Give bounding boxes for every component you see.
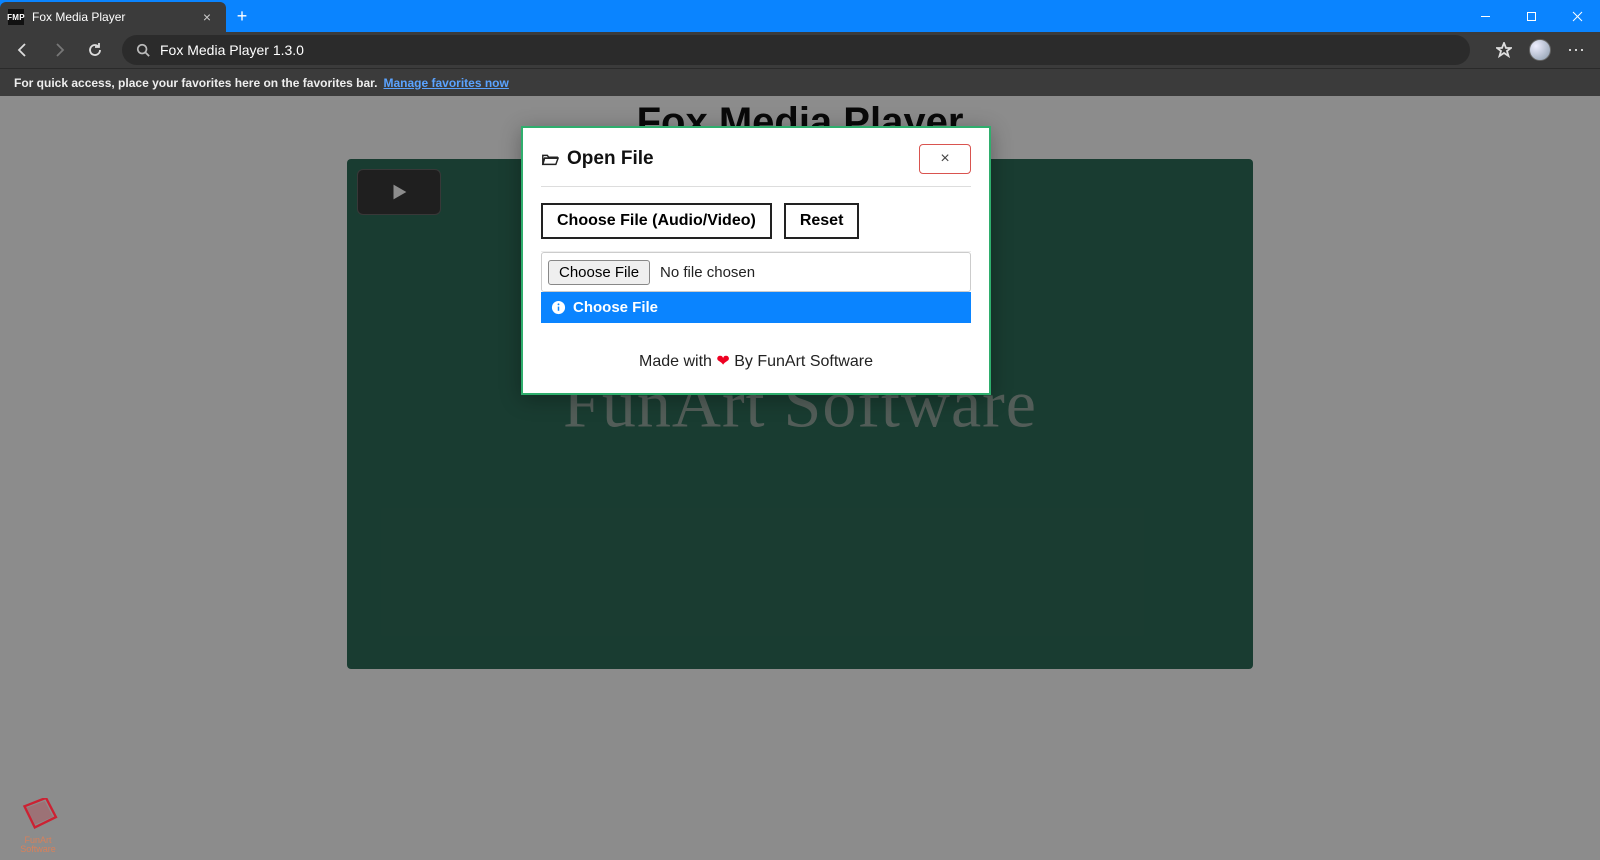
choose-file-banner[interactable]: Choose File (541, 292, 971, 323)
nav-reload-button[interactable] (80, 35, 110, 65)
corner-logo-icon (16, 798, 60, 836)
corner-logo: FunArtSoftware (8, 798, 68, 854)
address-bar: Fox Media Player 1.3.0 ⋯ (0, 32, 1600, 68)
omnibox-text: Fox Media Player 1.3.0 (160, 42, 304, 58)
page-viewport: Fox Media Player FunArt Software Open Fi… (0, 96, 1600, 860)
info-icon (551, 300, 566, 315)
folder-open-icon (541, 150, 559, 168)
favorites-star-icon[interactable] (1488, 35, 1520, 65)
window-minimize-button[interactable] (1462, 0, 1508, 32)
new-tab-button[interactable]: + (226, 0, 258, 32)
open-file-modal: Open File × Choose File (Audio/Video) Re… (521, 126, 991, 395)
credit-prefix: Made with (639, 353, 716, 370)
modal-close-button[interactable]: × (919, 144, 971, 174)
nav-back-button[interactable] (8, 35, 38, 65)
omnibox[interactable]: Fox Media Player 1.3.0 (122, 35, 1470, 65)
window-close-button[interactable] (1554, 0, 1600, 32)
modal-action-row: Choose File (Audio/Video) Reset (541, 187, 971, 252)
modal-header: Open File × (541, 140, 971, 187)
tab-favicon: FMP (8, 9, 24, 25)
window-maximize-button[interactable] (1508, 0, 1554, 32)
heart-icon: ❤ (716, 353, 729, 370)
file-input-row: Choose File No file chosen (541, 252, 971, 292)
choose-file-banner-text: Choose File (573, 299, 658, 316)
browser-tab[interactable]: FMP Fox Media Player × (0, 2, 226, 32)
credit-suffix: By FunArt Software (730, 353, 873, 370)
tab-close-icon[interactable]: × (198, 9, 216, 25)
browser-menu-icon[interactable]: ⋯ (1560, 35, 1592, 65)
modal-credit: Made with ❤ By FunArt Software (541, 351, 971, 371)
nav-forward-button[interactable] (44, 35, 74, 65)
window-controls (1462, 0, 1600, 32)
profile-button[interactable] (1524, 35, 1556, 65)
choose-file-av-button[interactable]: Choose File (Audio/Video) (541, 203, 772, 239)
native-choose-file-button[interactable]: Choose File (548, 260, 650, 285)
file-chosen-status: No file chosen (660, 264, 755, 281)
titlebar: FMP Fox Media Player × + (0, 0, 1600, 32)
manage-favorites-link[interactable]: Manage favorites now (383, 76, 508, 90)
reset-button[interactable]: Reset (784, 203, 860, 239)
favorites-hint-text: For quick access, place your favorites h… (14, 76, 377, 90)
tab-title: Fox Media Player (32, 10, 190, 24)
corner-logo-line2: Software (20, 844, 56, 854)
modal-title: Open File (567, 148, 654, 170)
favorites-bar: For quick access, place your favorites h… (0, 68, 1600, 96)
search-icon (136, 43, 150, 57)
